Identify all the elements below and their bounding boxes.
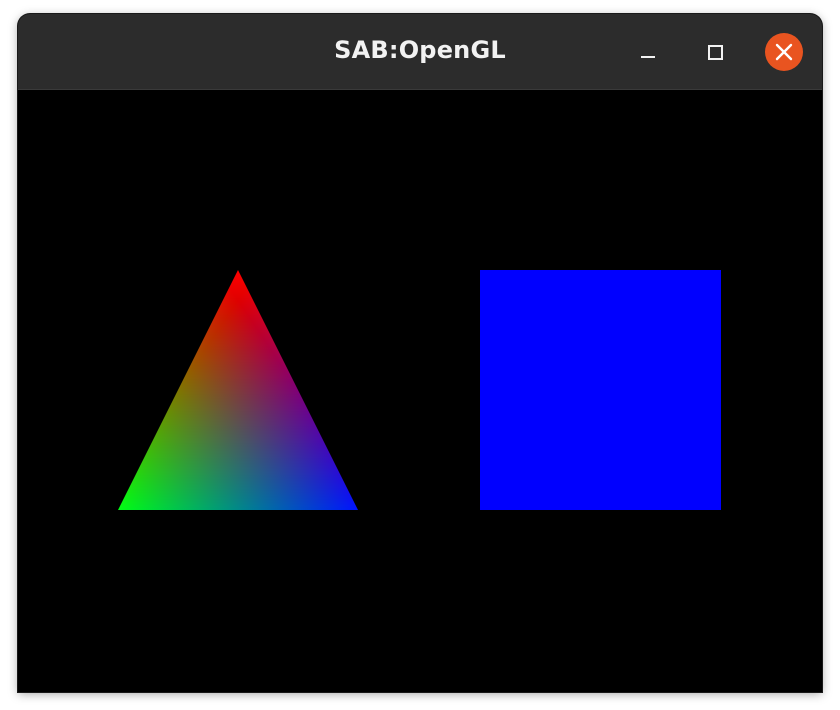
minimize-icon xyxy=(641,56,655,58)
maximize-icon xyxy=(708,45,723,60)
close-button[interactable] xyxy=(765,33,803,71)
render-surface xyxy=(118,270,721,510)
maximize-button[interactable] xyxy=(696,33,734,71)
title-bar[interactable]: SAB:OpenGL xyxy=(18,14,822,90)
minimize-button[interactable] xyxy=(629,33,667,71)
opengl-canvas[interactable] xyxy=(18,90,822,692)
blue-square xyxy=(480,270,721,510)
app-window: SAB:OpenGL xyxy=(18,14,822,692)
gradient-triangle xyxy=(118,270,358,510)
close-icon xyxy=(775,43,793,61)
